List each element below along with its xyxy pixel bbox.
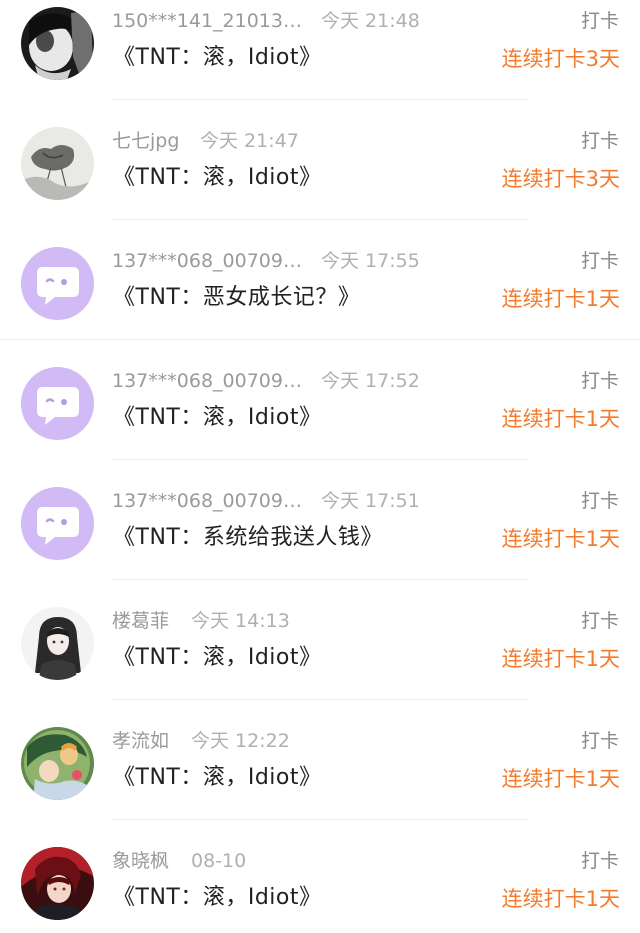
checkin-feed: 150***141_21013… 今天 21:48 《TNT：滚，Idiot》 … [0, 0, 640, 933]
checkin-label: 打卡 [580, 490, 619, 512]
timestamp: 今天 17:51 [321, 490, 420, 512]
user-photo-avatar-anime-red [21, 847, 94, 920]
divider [112, 459, 528, 460]
avatar[interactable] [21, 847, 94, 920]
user-photo-avatar-anime-girl [21, 607, 94, 680]
default-chat-bubble-avatar [21, 367, 94, 440]
divider [112, 579, 528, 580]
user-photo-avatar-sketch [21, 127, 94, 200]
username[interactable]: 137***068_00709… [112, 248, 302, 274]
checkin-label: 打卡 [580, 610, 619, 632]
book-title[interactable]: 《TNT：滚，Idiot》 [113, 762, 322, 794]
username[interactable]: 孝流如 [112, 728, 169, 754]
checkin-label: 打卡 [580, 130, 619, 152]
streak-badge: 连续打卡1天 [501, 287, 620, 311]
checkin-row[interactable]: 137***068_00709… 今天 17:52 《TNT：滚，Idiot》 … [0, 360, 640, 480]
divider [0, 339, 640, 340]
timestamp: 今天 14:13 [191, 610, 290, 632]
avatar[interactable] [21, 607, 94, 680]
book-title[interactable]: 《TNT：滚，Idiot》 [113, 882, 322, 914]
streak-badge: 连续打卡1天 [501, 407, 620, 431]
user-photo-avatar-colorful [21, 727, 94, 800]
timestamp: 08-10 [191, 850, 247, 872]
checkin-row[interactable]: 137***068_00709… 今天 17:51 《TNT：系统给我送人钱》 … [0, 480, 640, 600]
checkin-label: 打卡 [580, 250, 619, 272]
checkin-row[interactable]: 七七jpg 今天 21:47 《TNT：滚，Idiot》 打卡 连续打卡3天 [0, 120, 640, 240]
username[interactable]: 137***068_00709… [112, 368, 302, 394]
divider [112, 219, 528, 220]
checkin-row[interactable]: 楼葛菲 今天 14:13 《TNT：滚，Idiot》 打卡 连续打卡1天 [0, 600, 640, 720]
timestamp: 今天 12:22 [191, 730, 290, 752]
default-chat-bubble-avatar [21, 487, 94, 560]
streak-badge: 连续打卡1天 [501, 647, 620, 671]
streak-badge: 连续打卡1天 [501, 887, 620, 911]
username[interactable]: 150***141_21013… [112, 8, 302, 34]
default-chat-bubble-avatar [21, 247, 94, 320]
avatar[interactable] [21, 487, 94, 560]
book-title[interactable]: 《TNT：滚，Idiot》 [113, 402, 322, 434]
streak-badge: 连续打卡3天 [501, 167, 620, 191]
avatar[interactable] [21, 7, 94, 80]
book-title[interactable]: 《TNT：系统给我送人钱》 [113, 522, 383, 554]
checkin-row[interactable]: 孝流如 今天 12:22 《TNT：滚，Idiot》 打卡 连续打卡1天 [0, 720, 640, 840]
timestamp: 今天 17:52 [321, 370, 420, 392]
checkin-label: 打卡 [580, 730, 619, 752]
checkin-row[interactable]: 137***068_00709… 今天 17:55 《TNT：恶女成长记？》 打… [0, 240, 640, 360]
timestamp: 今天 21:48 [321, 10, 420, 32]
checkin-row[interactable]: 150***141_21013… 今天 21:48 《TNT：滚，Idiot》 … [0, 0, 640, 120]
divider [112, 99, 528, 100]
checkin-label: 打卡 [580, 850, 619, 872]
timestamp: 今天 17:55 [321, 250, 420, 272]
book-title[interactable]: 《TNT：滚，Idiot》 [113, 162, 322, 194]
divider [112, 699, 528, 700]
book-title[interactable]: 《TNT：滚，Idiot》 [113, 42, 322, 74]
username[interactable]: 楼葛菲 [112, 608, 169, 634]
username[interactable]: 137***068_00709… [112, 488, 302, 514]
avatar[interactable] [21, 367, 94, 440]
avatar[interactable] [21, 247, 94, 320]
timestamp: 今天 21:47 [200, 130, 299, 152]
streak-badge: 连续打卡1天 [501, 767, 620, 791]
checkin-row[interactable]: 象晓枫 08-10 《TNT：滚，Idiot》 打卡 连续打卡1天 [0, 840, 640, 933]
streak-badge: 连续打卡1天 [501, 527, 620, 551]
avatar[interactable] [21, 727, 94, 800]
username[interactable]: 象晓枫 [112, 848, 169, 874]
book-title[interactable]: 《TNT：滚，Idiot》 [113, 642, 322, 674]
streak-badge: 连续打卡3天 [501, 47, 620, 71]
avatar[interactable] [21, 127, 94, 200]
username[interactable]: 七七jpg [112, 128, 179, 154]
user-photo-avatar-bw [21, 7, 94, 80]
book-title[interactable]: 《TNT：恶女成长记？》 [113, 282, 360, 314]
checkin-label: 打卡 [580, 10, 619, 32]
divider [112, 819, 528, 820]
checkin-label: 打卡 [580, 370, 619, 392]
